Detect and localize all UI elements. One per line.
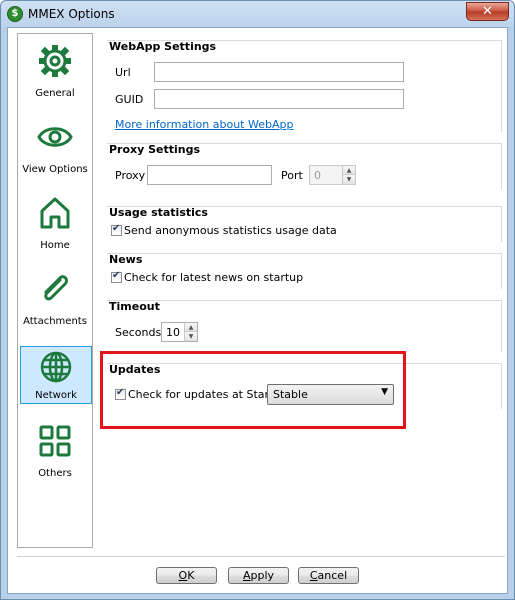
eye-icon <box>37 127 73 147</box>
apply-label: pply <box>250 569 275 582</box>
spin-buttons: ▲ ▼ <box>342 166 355 184</box>
spin-up-icon[interactable]: ▲ <box>343 166 355 175</box>
seconds-label: Seconds <box>115 326 162 339</box>
group-title: Usage statistics <box>109 206 208 219</box>
group-title: WebApp Settings <box>109 40 217 53</box>
webapp-info-link[interactable]: More information about WebApp <box>115 118 293 131</box>
port-label: Port <box>281 169 303 182</box>
url-label: Url <box>115 66 131 79</box>
apply-button[interactable]: Apply <box>228 567 289 584</box>
app-icon: $ <box>7 6 23 22</box>
options-sidebar: General View Options Home Attachments Ne… <box>17 33 93 548</box>
grid-icon <box>39 425 71 457</box>
sidebar-item-general[interactable]: General <box>19 38 91 110</box>
cancel-button[interactable]: Cancel <box>298 567 359 584</box>
port-spinner[interactable]: 0 ▲ ▼ <box>309 165 356 185</box>
sidebar-item-label: Others <box>38 468 72 479</box>
ok-label: K <box>187 569 195 582</box>
url-input[interactable] <box>154 62 404 82</box>
news-checkbox[interactable] <box>111 270 122 283</box>
sidebar-item-label: General <box>35 88 75 99</box>
title-bar[interactable]: $ MMEX Options ✕ <box>1 1 514 27</box>
cancel-mnemonic: C <box>309 569 318 582</box>
spin-buttons: ▲ ▼ <box>184 323 197 341</box>
sidebar-item-label: Home <box>40 240 70 251</box>
sidebar-item-attachments[interactable]: Attachments <box>19 266 91 338</box>
apply-mnemonic: A <box>242 569 251 582</box>
spin-down-icon[interactable]: ▼ <box>185 332 197 341</box>
sidebar-item-view-options[interactable]: View Options <box>19 114 91 186</box>
guid-input[interactable] <box>154 89 404 109</box>
window-title: MMEX Options <box>28 7 115 21</box>
proxy-settings-group: Proxy Settings Proxy Port 0 ▲ ▼ <box>107 143 502 190</box>
dialog-client-area: General View Options Home Attachments Ne… <box>7 27 508 594</box>
usage-stats-label: Send anonymous statistics usage data <box>124 224 337 237</box>
sidebar-item-label: Network <box>35 390 77 401</box>
group-title: Proxy Settings <box>109 143 201 156</box>
news-label: Check for latest news on startup <box>124 271 304 284</box>
ok-button[interactable]: OK <box>156 567 217 584</box>
proxy-label: Proxy <box>115 169 146 182</box>
usage-statistics-group: Usage statistics Send anonymous statisti… <box>107 206 502 242</box>
spin-down-icon[interactable]: ▼ <box>343 175 355 184</box>
port-value: 0 <box>314 169 321 182</box>
sidebar-item-network[interactable]: Network <box>20 346 92 404</box>
sidebar-item-others[interactable]: Others <box>19 418 91 490</box>
news-group: News Check for latest news on startup <box>107 253 502 289</box>
paperclip-icon <box>44 275 68 301</box>
group-title: Timeout <box>109 300 160 313</box>
cancel-label: ancel <box>317 569 348 582</box>
close-button[interactable]: ✕ <box>466 2 509 21</box>
spin-up-icon[interactable]: ▲ <box>185 323 197 332</box>
group-title: News <box>109 253 143 266</box>
bottom-separator <box>17 556 505 557</box>
timeout-group: Timeout Seconds 10 ▲ ▼ <box>107 300 502 352</box>
guid-label: GUID <box>115 93 144 106</box>
sidebar-item-home[interactable]: Home <box>19 190 91 262</box>
globe-icon <box>40 351 72 383</box>
webapp-settings-group: WebApp Settings Url GUID More informatio… <box>107 40 502 132</box>
home-icon <box>40 197 70 229</box>
sidebar-item-label: Attachments <box>23 316 87 327</box>
highlight-box <box>100 351 406 429</box>
gear-icon <box>39 45 71 77</box>
proxy-input[interactable] <box>147 165 272 185</box>
timeout-seconds-spinner[interactable]: 10 ▲ ▼ <box>161 322 198 342</box>
usage-stats-checkbox[interactable] <box>111 223 122 236</box>
seconds-value: 10 <box>166 326 180 339</box>
ok-mnemonic: O <box>178 569 188 582</box>
options-window: $ MMEX Options ✕ General View Options Ho… <box>0 0 515 600</box>
sidebar-item-label: View Options <box>22 164 88 175</box>
